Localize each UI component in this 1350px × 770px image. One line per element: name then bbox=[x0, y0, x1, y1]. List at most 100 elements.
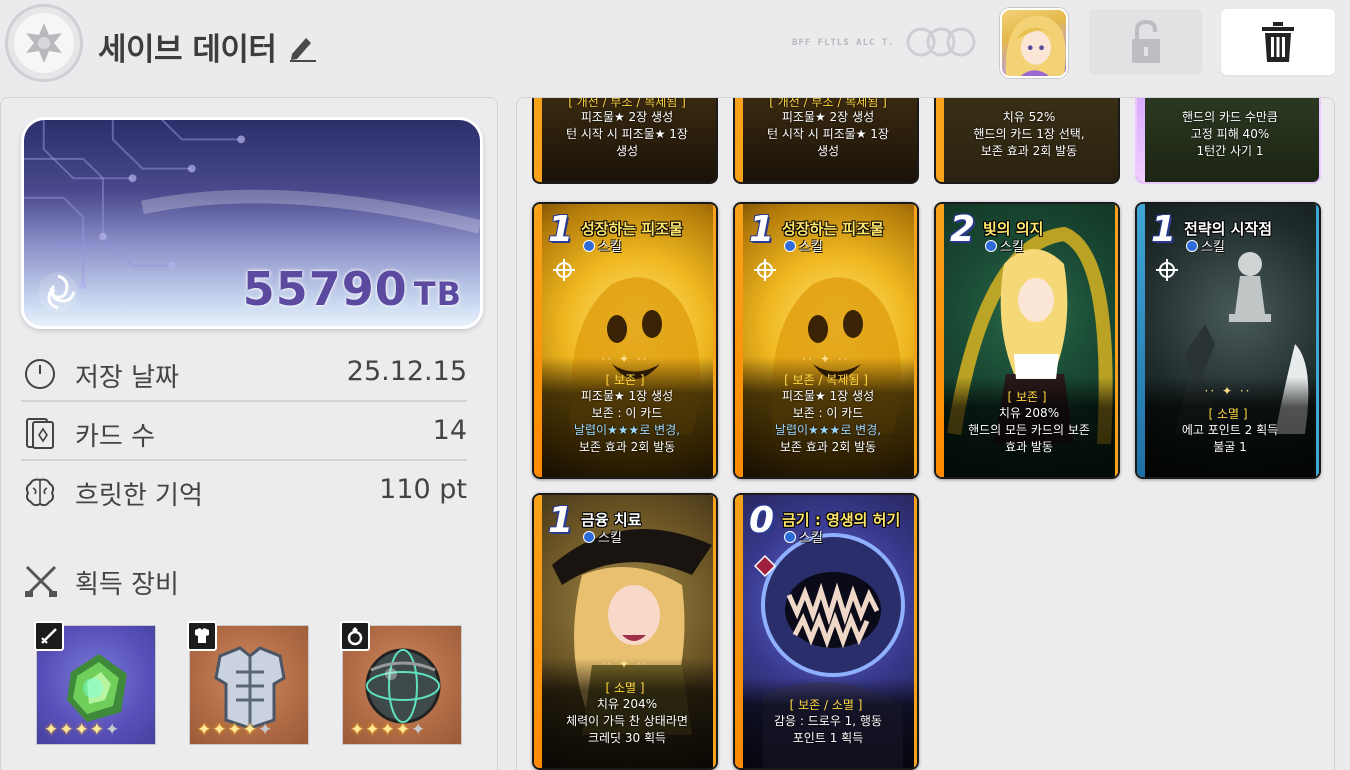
card-desc-line: 핸드의 모든 카드의 보존 bbox=[968, 423, 1090, 437]
stat-card-count: 카드 수 14 bbox=[21, 403, 467, 461]
card-desc-line: 1턴간 사기 1 bbox=[1196, 144, 1264, 158]
card-desc-line: 불굴 1 bbox=[1213, 440, 1247, 454]
item-star-rating: ✦✦✦✦✦ bbox=[197, 720, 274, 740]
card-frame bbox=[1115, 204, 1118, 477]
edit-pencil-icon[interactable] bbox=[286, 30, 318, 62]
deck-card[interactable]: 치유 52% 핸드의 카드 1장 선택, 보존 효과 2회 발동 bbox=[934, 98, 1120, 184]
card-desc-line: 피조물★ 1장 생성 bbox=[580, 389, 674, 403]
card-desc-line: 생성 bbox=[816, 144, 840, 158]
card-desc-line: 체력이 가득 찬 상태라면 bbox=[566, 714, 688, 728]
avatar-portrait-icon bbox=[1005, 15, 1066, 76]
armor-slot-badge bbox=[187, 621, 217, 651]
skill-type-icon bbox=[784, 531, 796, 543]
lock-button[interactable] bbox=[1089, 9, 1202, 75]
tb-value: 55790 TB bbox=[243, 262, 462, 316]
armor-icon bbox=[195, 628, 209, 643]
card-desc-line: 치유 52% bbox=[1002, 110, 1056, 124]
delete-button[interactable] bbox=[1221, 9, 1335, 75]
deck-card[interactable]: [ 개전 / 부조 / 복제됨 ] 피조물★ 2장 생성 턴 시작 시 피조물★… bbox=[532, 98, 718, 184]
card-type: 스킬 bbox=[784, 527, 823, 546]
card-tag: [ 보존 ] bbox=[605, 373, 645, 387]
card-tag: [ 보존 / 복제됨 ] bbox=[784, 373, 868, 387]
weapon-slot-badge bbox=[34, 621, 64, 651]
card-desc-line: 고정 피해 40% bbox=[1190, 127, 1270, 141]
card-separator: ·· ✦ ·· bbox=[1204, 384, 1252, 398]
equipment-label: 획득 장비 bbox=[75, 570, 179, 600]
card-desc-line: 생성 bbox=[615, 144, 639, 158]
skill-type-icon bbox=[583, 240, 595, 252]
card-desc-line: 피조물★ 2장 생성 bbox=[781, 110, 875, 124]
skill-type-icon bbox=[583, 531, 595, 543]
card-separator: ·· ✦ ·· bbox=[601, 657, 649, 671]
card-cost: 0 bbox=[749, 500, 775, 541]
card-type: 스킬 bbox=[1186, 236, 1225, 255]
card-frame bbox=[914, 204, 917, 477]
card-deck-panel: [ 개전 / 부조 / 복제됨 ] 피조물★ 2장 생성 턴 시작 시 피조물★… bbox=[516, 97, 1335, 770]
tb-amount: 55790 bbox=[242, 262, 408, 316]
card-desc-line: 핸드의 카드 1장 선택, bbox=[973, 127, 1085, 141]
card-type-label: 스킬 bbox=[1201, 240, 1225, 255]
equipment-accessory[interactable]: ✦✦✦✦✦ bbox=[340, 621, 462, 745]
card-desc-line: 보존 효과 2회 발동 bbox=[779, 440, 877, 454]
deck-card[interactable]: 1 전략의 시작점 스킬 ·· ✦ ·· [ 소멸 ] 에고 포인트 2 획득 … bbox=[1135, 202, 1321, 479]
card-desc-line: 감응 : 드로우 1, 행동 bbox=[773, 714, 883, 728]
card-desc-line: 효과 발동 bbox=[1005, 440, 1053, 454]
card-type-label: 스킬 bbox=[799, 240, 823, 255]
save-slot-badge bbox=[5, 4, 83, 82]
card-desc-line: 피조물★ 2장 생성 bbox=[580, 110, 674, 124]
card-frame bbox=[713, 204, 716, 477]
equipment-weapon[interactable]: ✦✦✦✦✦ bbox=[34, 621, 156, 745]
card-type: 스킬 bbox=[583, 236, 622, 255]
equipment-armor[interactable]: ✦✦✦✦✦ bbox=[187, 621, 309, 745]
deck-card[interactable]: 1 성장하는 피조물 스킬 ·· ✦ ·· [ 보존 ] 피조물★ 1장 생성 … bbox=[532, 202, 718, 479]
card-frame bbox=[936, 204, 944, 477]
accessory-slot-badge bbox=[340, 621, 370, 651]
unlock-icon bbox=[1131, 19, 1160, 63]
taboo-rune-icon bbox=[754, 555, 776, 577]
card-desc-line: 치유 208% bbox=[998, 406, 1060, 420]
stat-save-date: 저장 날짜 25.12.15 bbox=[21, 344, 467, 402]
card-tag: [ 소멸 ] bbox=[605, 681, 645, 695]
tb-spiral-icon bbox=[38, 272, 78, 312]
brand-text: BFF FLTLS ALC T. bbox=[792, 38, 895, 48]
stat-label: 흐릿한 기억 bbox=[75, 481, 203, 511]
card-type-label: 스킬 bbox=[598, 240, 622, 255]
card-frame bbox=[735, 98, 743, 182]
card-type-label: 스킬 bbox=[1000, 240, 1024, 255]
skill-type-icon bbox=[1186, 240, 1198, 252]
card-frame bbox=[534, 495, 542, 768]
deck-card[interactable]: 0 금기 : 영생의 허기 스킬 [ 보존 / 소멸 ] 감응 : 드로우 1,… bbox=[733, 493, 919, 770]
trash-icon bbox=[1262, 22, 1294, 62]
card-desc-line: 보존 효과 2회 발동 bbox=[578, 440, 676, 454]
card-frame bbox=[1137, 204, 1145, 477]
card-type: 스킬 bbox=[583, 527, 622, 546]
card-desc-line: 피조물★ 1장 생성 bbox=[781, 389, 875, 403]
star-emblem-icon bbox=[26, 23, 62, 63]
card-frame bbox=[914, 495, 917, 768]
item-star-rating: ✦✦✦✦✦ bbox=[350, 720, 427, 740]
character-avatar[interactable] bbox=[1000, 8, 1068, 78]
deck-card[interactable]: 핸드의 카드 수만큼 고정 피해 40% 1턴간 사기 1 bbox=[1135, 98, 1321, 184]
deck-card[interactable]: [ 개전 / 부조 / 복제됨 ] 피조물★ 2장 생성 턴 시작 시 피조물★… bbox=[733, 98, 919, 184]
card-frame bbox=[534, 204, 542, 477]
card-tag: [ 보존 / 소멸 ] bbox=[789, 698, 863, 712]
deck-card[interactable]: 1 성장하는 피조물 스킬 ·· ✦ ·· [ 보존 / 복제됨 ] 피조물★ … bbox=[733, 202, 919, 479]
deck-card[interactable]: 2 빛의 의지 스킬 [ 보존 ] 치유 208% 핸드의 모든 카드의 보존 … bbox=[934, 202, 1120, 479]
card-desc-line: 에고 포인트 2 획득 bbox=[1181, 423, 1279, 437]
deck-card[interactable]: 1 금융 치료 스킬 ·· ✦ ·· [ 소멸 ] 치유 204% 체력이 가득… bbox=[532, 493, 718, 770]
card-frame bbox=[713, 495, 716, 768]
card-desc-line: 턴 시작 시 피조물★ 1장 bbox=[767, 127, 889, 141]
card-type: 스킬 bbox=[985, 236, 1024, 255]
card-frame bbox=[936, 98, 944, 182]
skill-type-icon bbox=[985, 240, 997, 252]
card-desc-line: 보존 : 이 카드 bbox=[591, 406, 663, 420]
card-desc-line: 포인트 1 획득 bbox=[792, 731, 864, 745]
card-desc-line: 보존 : 이 카드 bbox=[792, 406, 864, 420]
stat-label: 저장 날짜 bbox=[75, 363, 179, 393]
card-type-label: 스킬 bbox=[799, 531, 823, 546]
item-star-rating: ✦✦✦✦✦ bbox=[44, 720, 121, 740]
card-tag: [ 소멸 ] bbox=[1208, 407, 1248, 421]
card-frame bbox=[735, 204, 743, 477]
card-cost: 1 bbox=[1151, 209, 1177, 250]
card-cost: 2 bbox=[950, 209, 976, 250]
